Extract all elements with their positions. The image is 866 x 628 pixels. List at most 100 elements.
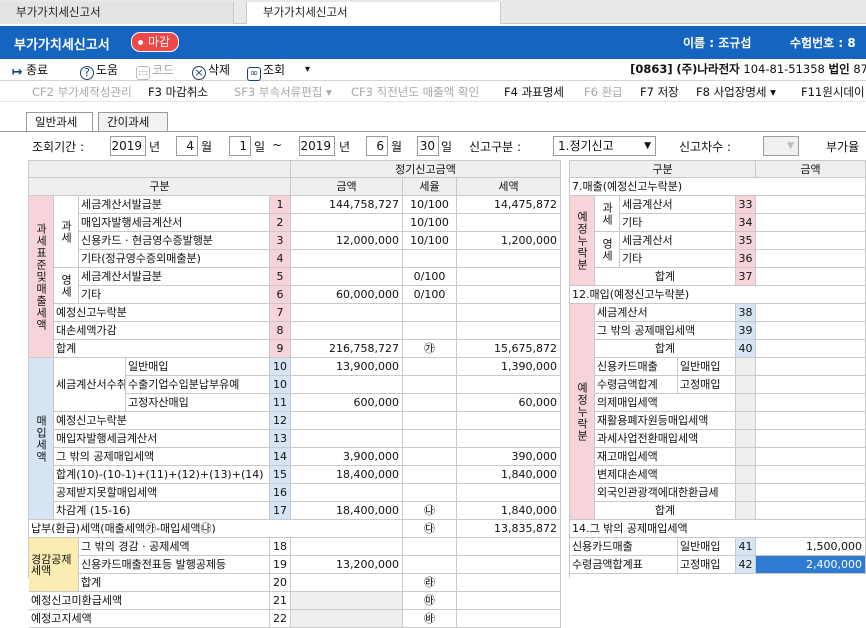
r-card-amount-1[interactable]: [756, 358, 866, 376]
row-amount[interactable]: [291, 412, 403, 430]
fkey-f8[interactable]: F8 사업장명세 ▾: [696, 84, 776, 100]
row-tax[interactable]: [457, 376, 561, 394]
r12-row-label: 합계: [595, 340, 736, 358]
row-tax[interactable]: 1,840,000: [457, 466, 561, 484]
code-button[interactable]: ▭ 코드: [136, 61, 174, 80]
row-amount[interactable]: 18,400,000: [291, 502, 403, 520]
row-tax[interactable]: [457, 250, 561, 268]
r12-row-amount[interactable]: [756, 304, 866, 322]
r12-row-amount[interactable]: [756, 322, 866, 340]
row-amount[interactable]: 216,758,727: [291, 340, 403, 358]
row-tax[interactable]: 1,390,000: [457, 358, 561, 376]
r12-more-amount[interactable]: [756, 466, 866, 484]
bottom-row-tax[interactable]: [457, 610, 561, 628]
fkey-f3[interactable]: F3 마감취소: [148, 84, 208, 100]
r12-more-amount[interactable]: [756, 448, 866, 466]
window-tab-2[interactable]: 부가가치세신고서: [246, 2, 501, 24]
fkey-f11[interactable]: F11원시데이: [801, 84, 865, 100]
r7-row-number: 35: [736, 232, 756, 250]
row-amount[interactable]: 144,758,727: [291, 196, 403, 214]
row-tax[interactable]: [457, 430, 561, 448]
row-tax[interactable]: [457, 268, 561, 286]
r14-row-amount[interactable]: 2,400,000: [756, 556, 866, 574]
row-amount[interactable]: 12,000,000: [291, 232, 403, 250]
row-tax[interactable]: 60,000: [457, 394, 561, 412]
tab-general-tax[interactable]: 일반과세: [26, 112, 93, 132]
start-month-input[interactable]: 4: [176, 136, 198, 156]
payable-tax[interactable]: 13,835,872: [457, 520, 561, 538]
row-amount[interactable]: [291, 322, 403, 340]
end-day-input[interactable]: 30: [417, 136, 439, 156]
r12-more-amount[interactable]: [756, 430, 866, 448]
row-amount[interactable]: 60,000,000: [291, 286, 403, 304]
report-count-select[interactable]: ▼: [763, 136, 799, 156]
row-amount[interactable]: [291, 430, 403, 448]
row-tax[interactable]: 15,675,872: [457, 340, 561, 358]
start-day-input[interactable]: 1: [229, 136, 251, 156]
row-tax[interactable]: 390,000: [457, 448, 561, 466]
more-button[interactable]: ▾: [305, 61, 310, 79]
fkey-f4[interactable]: F4 과표명세: [504, 84, 564, 100]
status-badge[interactable]: 마감: [131, 32, 180, 52]
reduce-row-tax[interactable]: [457, 556, 561, 574]
row-tax[interactable]: [457, 304, 561, 322]
fkey-cf2[interactable]: CF2 부가세작성관리: [32, 84, 132, 100]
fkey-cf3[interactable]: CF3 직전년도 매출액 확인: [351, 84, 479, 100]
r7-row-amount[interactable]: [756, 196, 866, 214]
search-button[interactable]: ∞ 조회: [247, 61, 285, 81]
r12-more-amount[interactable]: [756, 484, 866, 502]
bottom-row-rate: ㉳: [403, 610, 457, 628]
r12-more-amount[interactable]: [756, 394, 866, 412]
reduce-row-tax[interactable]: [457, 574, 561, 592]
r7-row-amount[interactable]: [756, 268, 866, 286]
row-tax[interactable]: [457, 286, 561, 304]
row-amount[interactable]: [291, 304, 403, 322]
end-year-input[interactable]: 2019: [299, 136, 335, 156]
header-tax: 세액: [457, 178, 561, 196]
row-amount[interactable]: [291, 268, 403, 286]
r12-more-amount[interactable]: [756, 502, 866, 520]
chevron-down-icon: ▼: [787, 141, 794, 151]
r7-row-amount[interactable]: [756, 232, 866, 250]
reduce-row-amount[interactable]: [291, 574, 403, 592]
reduce-row-amount[interactable]: 13,200,000: [291, 556, 403, 574]
row-tax[interactable]: [457, 214, 561, 232]
row-tax[interactable]: 1,840,000: [457, 502, 561, 520]
delete-button[interactable]: × 삭제: [192, 61, 230, 80]
report-type-select[interactable]: 1.정기신고 ▼: [553, 136, 656, 156]
help-button[interactable]: ? 도움: [80, 61, 118, 80]
fkey-f6[interactable]: F6 환급: [584, 84, 623, 100]
window-tab-1[interactable]: 부가가치세신고서: [0, 2, 234, 24]
tab-simple-tax[interactable]: 간이과세: [98, 112, 168, 132]
bottom-row-tax[interactable]: [457, 592, 561, 610]
r14-row-amount[interactable]: 1,500,000: [756, 538, 866, 556]
row-tax[interactable]: [457, 412, 561, 430]
row-amount[interactable]: [291, 376, 403, 394]
r7-row-amount[interactable]: [756, 214, 866, 232]
end-month-input[interactable]: 6: [366, 136, 388, 156]
row-amount[interactable]: [291, 250, 403, 268]
r12-row-amount[interactable]: [756, 340, 866, 358]
fkey-f7[interactable]: F7 저장: [640, 84, 679, 100]
row-tax[interactable]: 1,200,000: [457, 232, 561, 250]
row-amount[interactable]: 13,900,000: [291, 358, 403, 376]
reduce-row-amount[interactable]: [291, 538, 403, 556]
r-group-12: 예정누락분: [570, 304, 595, 520]
r7-row-amount[interactable]: [756, 250, 866, 268]
r7-row-label: 기타: [620, 214, 736, 232]
r-card-amount-2[interactable]: [756, 376, 866, 394]
r12-more-amount[interactable]: [756, 412, 866, 430]
row-amount[interactable]: 18,400,000: [291, 466, 403, 484]
row-rate: 10/100: [403, 196, 457, 214]
row-tax[interactable]: [457, 484, 561, 502]
row-amount[interactable]: 3,900,000: [291, 448, 403, 466]
row-tax[interactable]: 14,475,872: [457, 196, 561, 214]
row-amount[interactable]: [291, 484, 403, 502]
row-amount[interactable]: 600,000: [291, 394, 403, 412]
start-year-input[interactable]: 2019: [110, 136, 146, 156]
reduce-row-tax[interactable]: [457, 538, 561, 556]
exit-button[interactable]: ↦ 종료: [10, 61, 49, 79]
fkey-sf3[interactable]: SF3 부속서류편집 ▾: [234, 84, 332, 100]
row-tax[interactable]: [457, 322, 561, 340]
row-amount[interactable]: [291, 214, 403, 232]
